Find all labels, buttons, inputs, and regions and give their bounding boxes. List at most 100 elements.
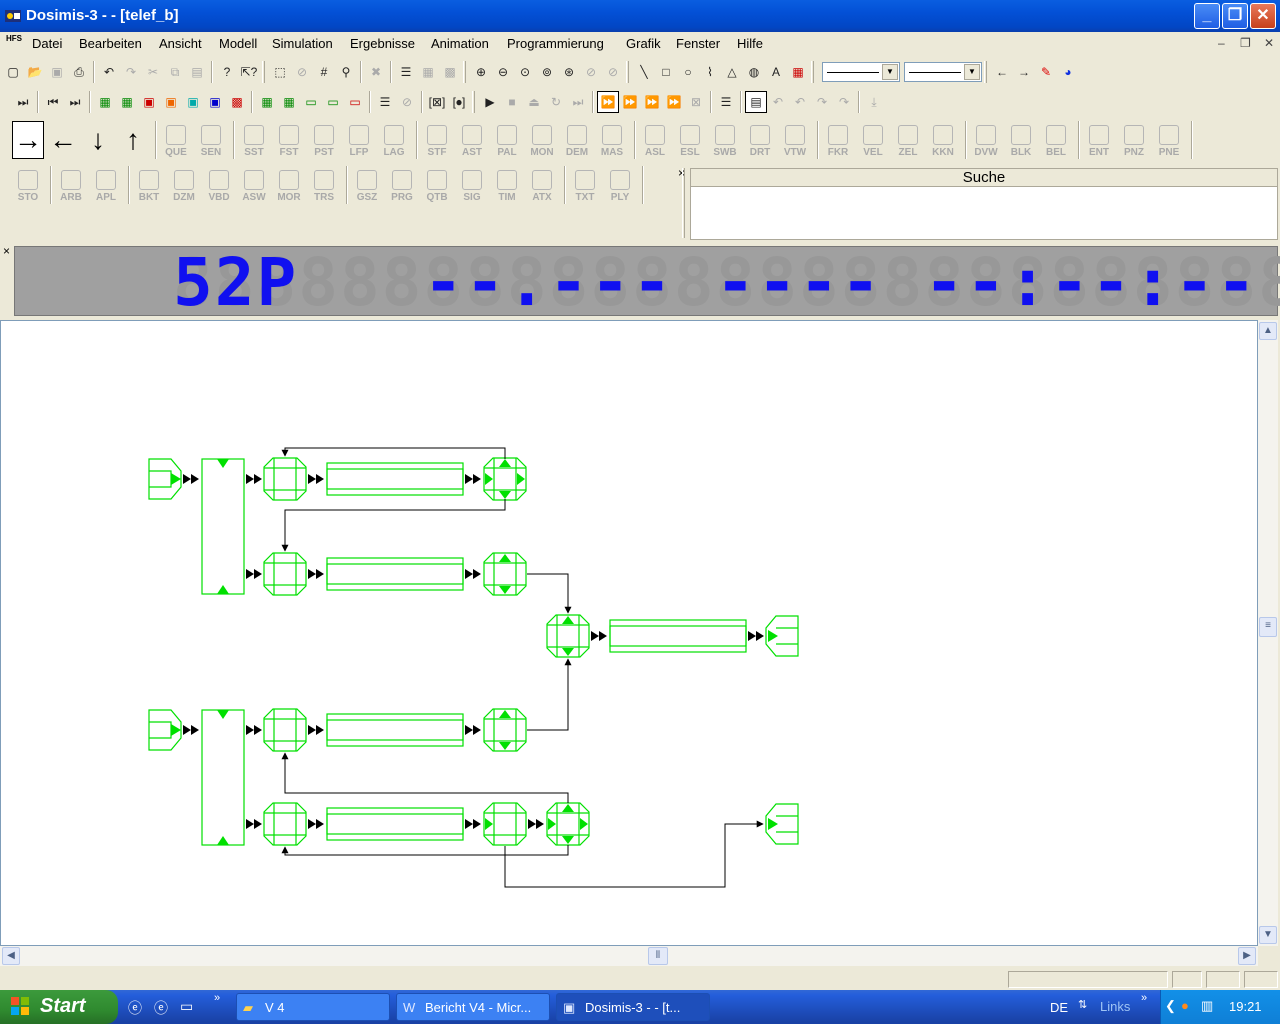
vertical-scrollbar[interactable]: ▲ ≡ ▼ <box>1258 320 1278 946</box>
stat-1-icon[interactable]: ▦ <box>256 91 278 113</box>
arrow-up-tool-icon[interactable]: ↑ <box>117 121 149 159</box>
splitter[interactable] <box>682 168 685 238</box>
export-icon[interactable]: ⤓ <box>863 91 885 113</box>
station-block[interactable] <box>263 457 307 501</box>
block-mor-button[interactable]: MOR <box>273 166 305 204</box>
find-icon[interactable]: ⚲ <box>335 61 357 83</box>
undo-icon[interactable]: ↶ <box>98 61 120 83</box>
pen-color-icon[interactable]: ✎ <box>1035 61 1057 83</box>
task-dosimis[interactable]: ▣ Dosimis-3 - - [t... <box>556 993 710 1021</box>
block-mon-button[interactable]: MON <box>526 121 558 159</box>
model-diagram[interactable] <box>1 321 1257 945</box>
block-lag-button[interactable]: LAG <box>378 121 410 159</box>
block-pal-button[interactable]: PAL <box>491 121 523 159</box>
new-file-icon[interactable]: ▢ <box>2 61 24 83</box>
save-icon[interactable]: ▣ <box>46 61 68 83</box>
stat-5-icon[interactable]: ▭ <box>344 91 366 113</box>
block-sig-button[interactable]: SIG <box>456 166 488 204</box>
clock[interactable]: 19:21 <box>1229 999 1262 1014</box>
block-kkn-button[interactable]: KKN <box>927 121 959 159</box>
display-green-2-icon[interactable]: ▦ <box>116 91 138 113</box>
tray-expand-icon[interactable]: ❮ <box>1165 998 1176 1014</box>
close-button[interactable]: ✕ <box>1250 3 1276 29</box>
line-width-select[interactable]: ▼ <box>904 62 982 82</box>
firefox-icon[interactable]: ⓔ <box>154 998 168 1018</box>
menu-hilfe[interactable]: Hilfe <box>737 36 763 51</box>
stat-3-icon[interactable]: ▭ <box>300 91 322 113</box>
ie-icon[interactable]: ⓔ <box>128 998 142 1018</box>
block-blk-button[interactable]: BLK <box>1005 121 1037 159</box>
block-sen-button[interactable]: SEN <box>195 121 227 159</box>
zoom-prev-icon[interactable]: ⊘ <box>580 61 602 83</box>
toolbar-grip[interactable] <box>984 61 987 83</box>
grid-icon[interactable]: # <box>313 61 335 83</box>
block-swb-button[interactable]: SWB <box>709 121 741 159</box>
explorer-icon[interactable]: ▭ <box>180 998 193 1015</box>
eject-icon[interactable]: ⏏ <box>523 91 545 113</box>
window-icon[interactable]: ▤ <box>745 91 767 113</box>
paste-icon[interactable]: ▤ <box>186 61 208 83</box>
menu-fenster[interactable]: Fenster <box>676 36 720 51</box>
scroll-right-icon[interactable]: ▶ <box>1238 947 1256 965</box>
block-drt-button[interactable]: DRT <box>744 121 776 159</box>
menu-bearbeiten[interactable]: Bearbeiten <box>79 36 142 51</box>
block-mas-button[interactable]: MAS <box>596 121 628 159</box>
distributor-block[interactable] <box>201 458 245 595</box>
redo-2-icon[interactable]: ↷ <box>811 91 833 113</box>
toolbar-grip[interactable] <box>472 91 475 113</box>
speed-3-icon[interactable]: ⏩ <box>641 91 663 113</box>
block-pst-button[interactable]: PST <box>308 121 340 159</box>
block-prg-button[interactable]: PRG <box>386 166 418 204</box>
speed-2-icon[interactable]: ⏩ <box>619 91 641 113</box>
bracket-right-icon[interactable]: [⦁] <box>448 91 470 113</box>
arrow-right-tool-icon[interactable]: → <box>12 121 44 159</box>
toolbar-grip[interactable] <box>262 61 265 83</box>
app-icon[interactable] <box>4 7 22 25</box>
block-bkt-button[interactable]: BKT <box>133 166 165 204</box>
last-icon[interactable]: ⏭ <box>64 91 86 113</box>
display-blue-icon[interactable]: ▣ <box>204 91 226 113</box>
triangle-tool-icon[interactable]: △ <box>721 61 743 83</box>
zoom-next-icon[interactable]: ⊘ <box>602 61 624 83</box>
block-pne-button[interactable]: PNE <box>1153 121 1185 159</box>
rectangle-tool-icon[interactable]: □ <box>655 61 677 83</box>
horizontal-scrollbar[interactable]: ◀ ⦀ ▶ <box>0 946 1258 966</box>
block-gsz-button[interactable]: GSZ <box>351 166 383 204</box>
block-vel-button[interactable]: VEL <box>857 121 889 159</box>
toolbar-grip[interactable] <box>626 61 629 83</box>
hfs-logo-icon[interactable]: HFS <box>4 34 24 54</box>
zoom-window-icon[interactable]: ⊙ <box>514 61 536 83</box>
mdi-restore-button[interactable]: ❐ <box>1240 36 1251 50</box>
block-arb-button[interactable]: ARB <box>55 166 87 204</box>
speed-4-icon[interactable]: ⏩ <box>663 91 685 113</box>
block-ent-button[interactable]: ENT <box>1083 121 1115 159</box>
arrow-left-icon[interactable]: ← <box>991 61 1013 83</box>
arrow-right-icon[interactable]: → <box>1013 61 1035 83</box>
source-block[interactable] <box>148 458 182 500</box>
station-block[interactable] <box>263 802 307 846</box>
zoom-in-icon[interactable]: ⊕ <box>470 61 492 83</box>
redo-3-icon[interactable]: ↷ <box>833 91 855 113</box>
block-esl-button[interactable]: ESL <box>674 121 706 159</box>
block-bel-button[interactable]: BEL <box>1040 121 1072 159</box>
station-block[interactable] <box>263 708 307 752</box>
task-v4[interactable]: ▰ V 4 <box>236 993 390 1021</box>
menu-ergebnisse[interactable]: Ergebnisse <box>350 36 415 51</box>
start-button[interactable]: Start <box>0 990 118 1024</box>
block-lfp-button[interactable]: LFP <box>343 121 375 159</box>
open-file-icon[interactable]: 📂 <box>24 61 46 83</box>
conveyor-block[interactable] <box>609 619 747 653</box>
tray-app-icon[interactable]: ▥ <box>1201 998 1213 1014</box>
display-orange-icon[interactable]: ▣ <box>160 91 182 113</box>
disabled-tool-icon[interactable]: ⊘ <box>291 61 313 83</box>
menu-programmierung[interactable]: Programmierung <box>507 36 604 51</box>
block-que-button[interactable]: QUE <box>160 121 192 159</box>
report-icon[interactable]: ☰ <box>374 91 396 113</box>
task-bericht[interactable]: W Bericht V4 - Micr... <box>396 993 550 1021</box>
stat-2-icon[interactable]: ▦ <box>278 91 300 113</box>
block-zel-button[interactable]: ZEL <box>892 121 924 159</box>
layout-icon[interactable]: ▩ <box>439 61 461 83</box>
conveyor-block[interactable] <box>326 557 464 591</box>
station-block[interactable] <box>263 552 307 596</box>
block-trs-button[interactable]: TRS <box>308 166 340 204</box>
